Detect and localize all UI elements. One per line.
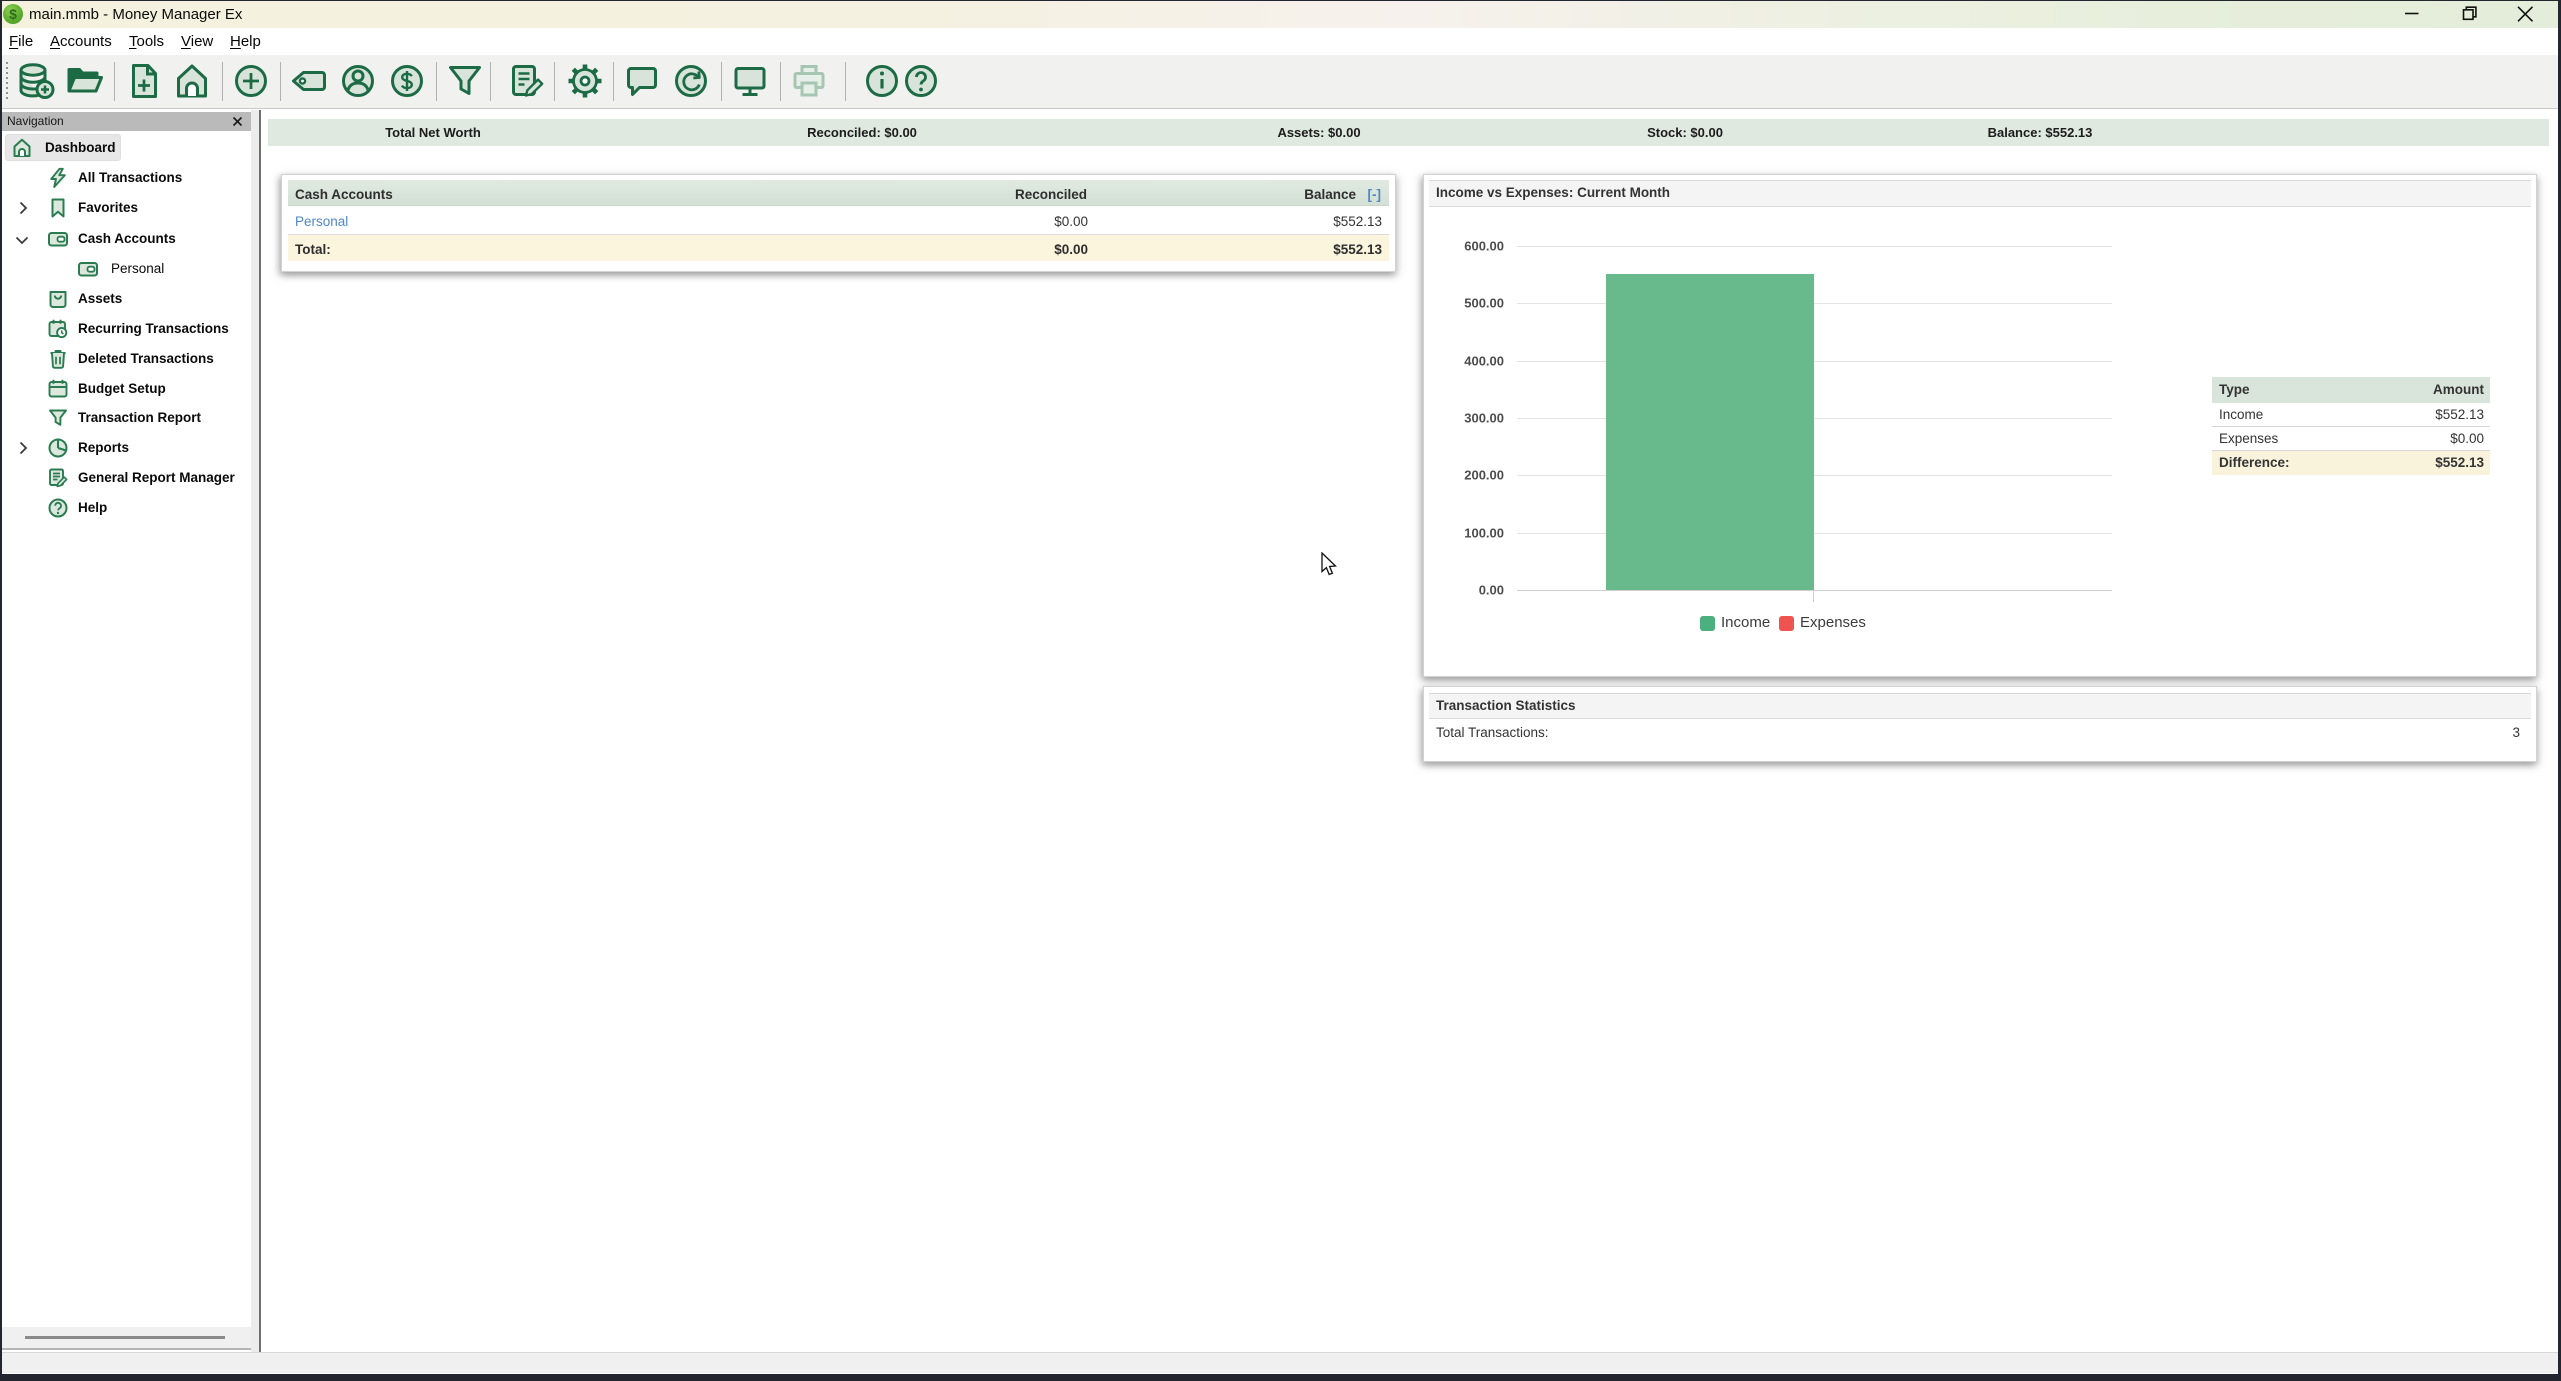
svg-text:$: $ [9, 6, 17, 22]
